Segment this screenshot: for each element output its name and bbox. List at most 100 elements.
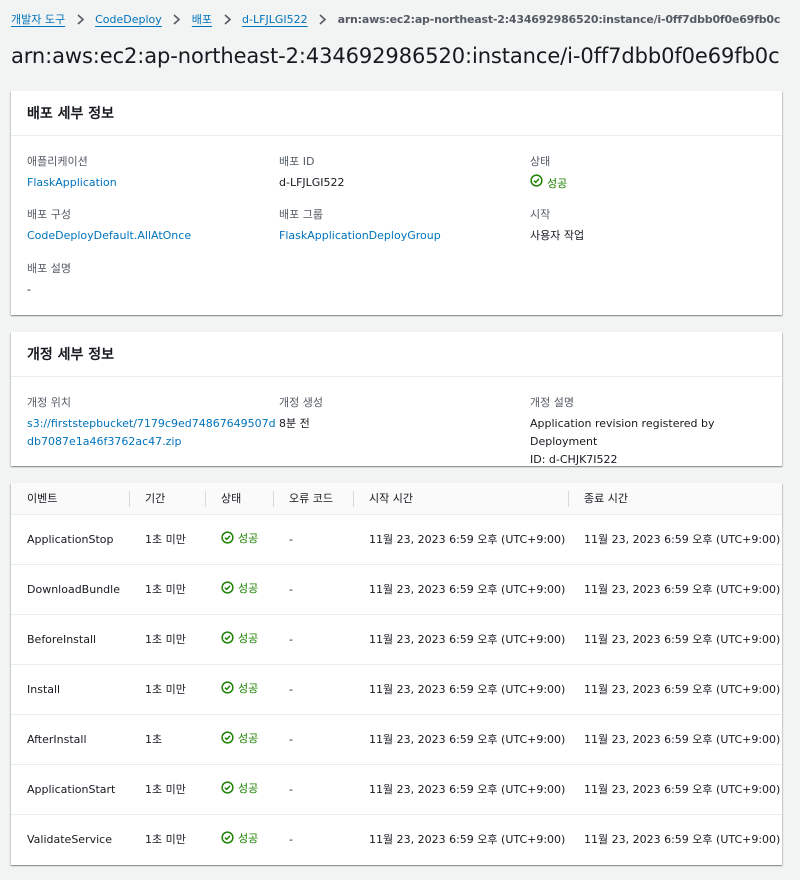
event-start-time: 11월 23, 2023 6:59 오후 (UTC+9:00) (353, 514, 568, 565)
column-header-event[interactable]: 이벤트 (11, 483, 129, 515)
revision-location-label: 개정 위치 (27, 396, 71, 409)
event-error-code: - (273, 514, 353, 565)
event-status: 성공 (205, 564, 273, 615)
deploy-id-field: 배포 ID d-LFJLGI522 (279, 154, 519, 192)
event-name: ValidateService (27, 832, 112, 846)
event-error-code: - (273, 564, 353, 615)
event-status-text: 성공 (238, 682, 259, 695)
revision-description-line2: ID: d-CHJK7I522 (530, 453, 618, 466)
event-error-code: - (273, 614, 353, 665)
event-name: Install (11, 664, 129, 715)
event-duration: 1초 미만 (129, 664, 205, 715)
revision-description-field: 개정 설명 Application revision registered by… (530, 395, 770, 469)
check-circle-icon (221, 831, 234, 847)
revision-details-header: 개정 세부 정보 (11, 332, 782, 377)
breadcrumb: 개발자 도구 CodeDeploy 배포 d-LFJLGI522 arn:aws… (11, 11, 780, 27)
table-header-row: 이벤트 기간 상태 오류 코드 시작 시간 종료 시간 (11, 483, 782, 515)
column-header-end-time[interactable]: 종료 시간 (568, 483, 782, 515)
breadcrumb-item-codedeploy[interactable]: CodeDeploy (95, 13, 162, 26)
deploy-group-label: 배포 그룹 (279, 208, 323, 221)
check-circle-icon (221, 781, 234, 797)
check-circle-icon (221, 581, 234, 597)
event-status-text: 성공 (238, 582, 259, 595)
chevron-right-icon (220, 12, 234, 26)
column-header-status[interactable]: 상태 (205, 483, 273, 515)
breadcrumb-item-deployments[interactable]: 배포 (192, 11, 212, 27)
event-start-time: 11월 23, 2023 6:59 오후 (UTC+9:00) (353, 614, 568, 665)
event-status-text: 성공 (238, 832, 259, 846)
event-duration: 1초 미만 (129, 764, 205, 815)
event-end-time: 11월 23, 2023 6:59 오후 (UTC+9:00) (568, 714, 782, 765)
column-header-duration[interactable]: 기간 (129, 483, 205, 515)
check-circle-icon (530, 174, 543, 193)
chevron-right-icon (73, 12, 87, 26)
chevron-right-icon (316, 12, 330, 26)
event-duration: 1초 미만 (129, 614, 205, 665)
table-row: ApplicationStart 1초 미만 성공 - 11월 23, 2023… (11, 764, 782, 815)
event-end-time: 11월 23, 2023 6:59 오후 (UTC+9:00) (568, 564, 782, 615)
revision-description-label: 개정 설명 (530, 396, 574, 409)
event-error-code: - (273, 714, 353, 765)
breadcrumb-item-deployment-id[interactable]: d-LFJLGI522 (242, 13, 308, 26)
revision-description-line1: Application revision registered by Deplo… (530, 417, 715, 448)
deploy-details-panel: 배포 세부 정보 애플리케이션 FlaskApplication 배포 ID d… (11, 91, 782, 315)
deploy-details-header: 배포 세부 정보 (11, 91, 782, 136)
deploy-group-link[interactable]: FlaskApplicationDeployGroup (279, 229, 441, 242)
deploy-id-value: d-LFJLGI522 (279, 176, 345, 189)
event-error-code: - (273, 764, 353, 815)
event-status: 성공 (205, 714, 273, 765)
deploy-config-link[interactable]: CodeDeployDefault.AllAtOnce (27, 229, 191, 242)
event-duration: 1초 미만 (129, 514, 205, 565)
application-label: 애플리케이션 (27, 155, 88, 168)
table-row: AfterInstall 1초 성공 - 11월 23, 2023 6:59 오… (11, 714, 782, 765)
breadcrumb-item-developer-tools[interactable]: 개발자 도구 (11, 11, 65, 27)
table-row: DownloadBundle 1초 미만 성공 - 11월 23, 2023 6… (11, 564, 782, 615)
events-table-panel: 이벤트 기간 상태 오류 코드 시작 시간 종료 시간 ApplicationS… (11, 483, 782, 865)
column-header-error-code[interactable]: 오류 코드 (273, 483, 353, 515)
status-field: 상태 성공 (530, 154, 770, 193)
event-error-code: - (273, 664, 353, 715)
revision-location-field: 개정 위치 s3://firststepbucket/7179c9ed74867… (27, 395, 276, 451)
application-field: 애플리케이션 FlaskApplication (27, 154, 267, 192)
status-value: 성공 (547, 176, 568, 190)
revision-description-value: Application revision registered by Deplo… (530, 415, 770, 469)
check-circle-icon (221, 681, 234, 697)
revision-created-value: 8분 전 (279, 417, 310, 430)
event-status: 성공 (205, 614, 273, 665)
revision-location-line1: s3://firststepbucket/7179c9ed74867649507… (27, 417, 276, 430)
event-start-time: 11월 23, 2023 6:59 오후 (UTC+9:00) (353, 564, 568, 615)
event-status-text: 성공 (238, 532, 259, 545)
chevron-right-icon (170, 12, 184, 26)
revision-location-line2: db7087e1a46f3762ac47.zip (27, 435, 182, 448)
application-link[interactable]: FlaskApplication (27, 176, 117, 189)
events-table: 이벤트 기간 상태 오류 코드 시작 시간 종료 시간 ApplicationS… (11, 483, 782, 864)
event-start-time: 11월 23, 2023 6:59 오후 (UTC+9:00) (353, 714, 568, 765)
table-row: Install 1초 미만 성공 - 11월 23, 2023 6:59 오후 … (11, 664, 782, 715)
deploy-description-field: 배포 설명 - (27, 261, 267, 299)
deploy-config-label: 배포 구성 (27, 208, 71, 221)
deploy-group-field: 배포 그룹 FlaskApplicationDeployGroup (279, 207, 519, 245)
status-label: 상태 (530, 155, 551, 168)
event-start-time: 11월 23, 2023 6:59 오후 (UTC+9:00) (353, 764, 568, 815)
event-status-text: 성공 (238, 732, 259, 745)
deploy-config-field: 배포 구성 CodeDeployDefault.AllAtOnce (27, 207, 267, 245)
check-circle-icon (221, 531, 234, 547)
table-row: BeforeInstall 1초 미만 성공 - 11월 23, 2023 6:… (11, 614, 782, 665)
event-name: BeforeInstall (11, 614, 129, 665)
event-duration: 1초 미만 (129, 564, 205, 615)
event-status-text: 성공 (238, 782, 259, 795)
event-status: 성공 (205, 814, 273, 864)
event-end-time: 11월 23, 2023 6:59 오후 (UTC+9:00) (568, 514, 782, 565)
table-row: ApplicationStop 1초 미만 성공 - 11월 23, 2023 … (11, 514, 782, 565)
start-field: 시작 사용자 작업 (530, 207, 770, 245)
status-badge: 성공 (530, 174, 567, 193)
event-end-time: 11월 23, 2023 6:59 오후 (UTC+9:00) (568, 614, 782, 665)
event-name: AfterInstall (11, 714, 129, 765)
column-header-start-time[interactable]: 시작 시간 (353, 483, 568, 515)
event-duration: 1초 (129, 714, 205, 765)
event-status-text: 성공 (238, 632, 259, 645)
event-end-time: 11월 23, 2023 6:59 오후 (UTC+9:00) (568, 764, 782, 815)
revision-location-link[interactable]: s3://firststepbucket/7179c9ed74867649507… (27, 415, 276, 451)
event-end-time: 11월 23, 2023 6:59 오후 (UTC+9:00) (568, 664, 782, 715)
event-start-time: 11월 23, 2023 6:59 오후 (UTC+9:00) (353, 664, 568, 715)
